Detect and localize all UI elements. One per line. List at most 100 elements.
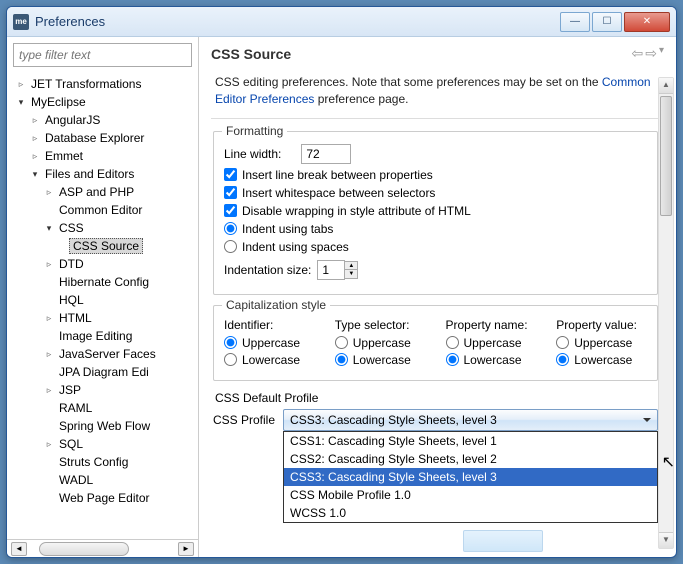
tree-item-label[interactable]: Database Explorer xyxy=(41,130,148,146)
chevron-down-icon[interactable]: ▾ xyxy=(15,97,27,108)
combo-option[interactable]: CSS Mobile Profile 1.0 xyxy=(284,486,657,504)
lowercase-radio[interactable]: Lowercase xyxy=(446,353,537,367)
minimize-button[interactable]: — xyxy=(560,12,590,32)
css-profile-combo[interactable]: CSS3: Cascading Style Sheets, level 3 CS… xyxy=(283,409,658,431)
indent-tabs-radio[interactable]: Indent using tabs xyxy=(224,222,333,236)
scroll-thumb[interactable] xyxy=(39,542,129,556)
chevron-right-icon[interactable]: ▹ xyxy=(29,133,41,144)
tree-item[interactable]: ▾MyEclipse xyxy=(7,93,198,111)
chevron-down-icon[interactable]: ▾ xyxy=(43,223,55,234)
tree-item-label[interactable]: Struts Config xyxy=(55,454,132,470)
tree-item-label[interactable]: Emmet xyxy=(41,148,87,164)
tree-item[interactable]: ▹AngularJS xyxy=(7,111,198,129)
tree-item-label[interactable]: Spring Web Flow xyxy=(55,418,154,434)
uppercase-radio[interactable]: Uppercase xyxy=(446,336,537,350)
scroll-up-button[interactable]: ▲ xyxy=(659,78,673,94)
tree-item-label[interactable]: CSS Source xyxy=(69,238,143,254)
tree-item-label[interactable]: MyEclipse xyxy=(27,94,90,110)
tree-item-label[interactable]: HTML xyxy=(55,310,96,326)
chevron-right-icon[interactable]: ▹ xyxy=(43,385,55,396)
tree-item[interactable]: ▹JavaServer Faces xyxy=(7,345,198,363)
tree-item[interactable]: Common Editor xyxy=(7,201,198,219)
tree-item-label[interactable]: DTD xyxy=(55,256,88,272)
tree-item[interactable]: ▹ASP and PHP xyxy=(7,183,198,201)
tree-item-label[interactable]: JET Transformations xyxy=(27,76,145,92)
lowercase-radio[interactable]: Lowercase xyxy=(556,353,647,367)
filter-input[interactable] xyxy=(13,43,192,67)
tree-item-label[interactable]: Files and Editors xyxy=(41,166,138,182)
chevron-right-icon[interactable]: ▹ xyxy=(43,439,55,450)
uppercase-radio[interactable]: Uppercase xyxy=(224,336,315,350)
tree-item[interactable]: Hibernate Config xyxy=(7,273,198,291)
tree-item[interactable]: Web Page Editor xyxy=(7,489,198,507)
close-button[interactable]: ✕ xyxy=(624,12,670,32)
scroll-thumb-vertical[interactable] xyxy=(660,96,672,216)
line-width-input[interactable] xyxy=(301,144,351,164)
chevron-down-icon[interactable]: ▾ xyxy=(29,169,41,180)
disable-wrap-checkbox[interactable]: Disable wrapping in style attribute of H… xyxy=(224,204,471,218)
tree-item[interactable]: Struts Config xyxy=(7,453,198,471)
scroll-right-button[interactable]: ► xyxy=(178,542,194,556)
tree-item-label[interactable]: ASP and PHP xyxy=(55,184,138,200)
indent-size-stepper[interactable]: ▲▼ xyxy=(317,260,358,280)
tree-item[interactable]: RAML xyxy=(7,399,198,417)
nav-forward-icon[interactable]: ⇨ xyxy=(645,45,657,62)
maximize-button[interactable]: ☐ xyxy=(592,12,622,32)
tree-item[interactable]: CSS Source xyxy=(7,237,198,255)
tree-item[interactable]: Image Editing xyxy=(7,327,198,345)
uppercase-radio[interactable]: Uppercase xyxy=(335,336,426,350)
tree-item[interactable]: ▹DTD xyxy=(7,255,198,273)
nav-back-icon[interactable]: ⇦ xyxy=(632,45,644,62)
chevron-right-icon[interactable]: ▹ xyxy=(29,115,41,126)
tree-item-label[interactable]: RAML xyxy=(55,400,96,416)
tree-item[interactable]: ▾CSS xyxy=(7,219,198,237)
tree-item[interactable]: JPA Diagram Edi xyxy=(7,363,198,381)
tree-item[interactable]: ▹SQL xyxy=(7,435,198,453)
tree-item-label[interactable]: Common Editor xyxy=(55,202,146,218)
tree-item-label[interactable]: Hibernate Config xyxy=(55,274,153,290)
tree-item[interactable]: ▹Database Explorer xyxy=(7,129,198,147)
chevron-right-icon[interactable]: ▹ xyxy=(43,259,55,270)
chevron-right-icon[interactable]: ▹ xyxy=(43,187,55,198)
tree-item-label[interactable]: Web Page Editor xyxy=(55,490,154,506)
tree-item-label[interactable]: HQL xyxy=(55,292,88,308)
combo-option[interactable]: CSS1: Cascading Style Sheets, level 1 xyxy=(284,432,657,450)
tree-item[interactable]: ▹Emmet xyxy=(7,147,198,165)
nav-menu-icon[interactable]: ▾ xyxy=(659,45,664,62)
indent-spaces-radio[interactable]: Indent using spaces xyxy=(224,240,349,254)
lowercase-radio[interactable]: Lowercase xyxy=(335,353,426,367)
lowercase-radio[interactable]: Lowercase xyxy=(224,353,315,367)
tree-item[interactable]: Spring Web Flow xyxy=(7,417,198,435)
combo-option[interactable]: WCSS 1.0 xyxy=(284,504,657,522)
scroll-left-button[interactable]: ◄ xyxy=(11,542,27,556)
chevron-right-icon[interactable]: ▹ xyxy=(43,349,55,360)
stepper-down-icon[interactable]: ▼ xyxy=(345,270,357,278)
scroll-down-button[interactable]: ▼ xyxy=(659,532,673,548)
tree-item[interactable]: WADL xyxy=(7,471,198,489)
stepper-up-icon[interactable]: ▲ xyxy=(345,262,357,270)
chevron-right-icon[interactable]: ▹ xyxy=(43,313,55,324)
preferences-tree[interactable]: ▹JET Transformations▾MyEclipse▹AngularJS… xyxy=(7,73,198,539)
tree-item[interactable]: ▹JET Transformations xyxy=(7,75,198,93)
insert-break-checkbox[interactable]: Insert line break between properties xyxy=(224,168,433,182)
vertical-scrollbar[interactable]: ▲ ▼ xyxy=(658,77,674,549)
css-profile-selected[interactable]: CSS3: Cascading Style Sheets, level 3 xyxy=(283,409,658,431)
combo-option[interactable]: CSS3: Cascading Style Sheets, level 3 xyxy=(284,468,657,486)
tree-item-label[interactable]: JPA Diagram Edi xyxy=(55,364,153,380)
insert-ws-checkbox[interactable]: Insert whitespace between selectors xyxy=(224,186,435,200)
tree-item-label[interactable]: JavaServer Faces xyxy=(55,346,160,362)
tree-item[interactable]: ▹HTML xyxy=(7,309,198,327)
css-profile-dropdown[interactable]: CSS1: Cascading Style Sheets, level 1CSS… xyxy=(283,431,658,523)
indent-size-input[interactable] xyxy=(317,260,345,280)
titlebar[interactable]: me Preferences — ☐ ✕ xyxy=(7,7,676,37)
uppercase-radio[interactable]: Uppercase xyxy=(556,336,647,350)
tree-item[interactable]: HQL xyxy=(7,291,198,309)
tree-item-label[interactable]: SQL xyxy=(55,436,87,452)
tree-item[interactable]: ▹JSP xyxy=(7,381,198,399)
tree-item-label[interactable]: WADL xyxy=(55,472,97,488)
tree-item-label[interactable]: JSP xyxy=(55,382,85,398)
combo-option[interactable]: CSS2: Cascading Style Sheets, level 2 xyxy=(284,450,657,468)
tree-item-label[interactable]: CSS xyxy=(55,220,88,236)
tree-item-label[interactable]: AngularJS xyxy=(41,112,104,128)
chevron-right-icon[interactable]: ▹ xyxy=(29,151,41,162)
